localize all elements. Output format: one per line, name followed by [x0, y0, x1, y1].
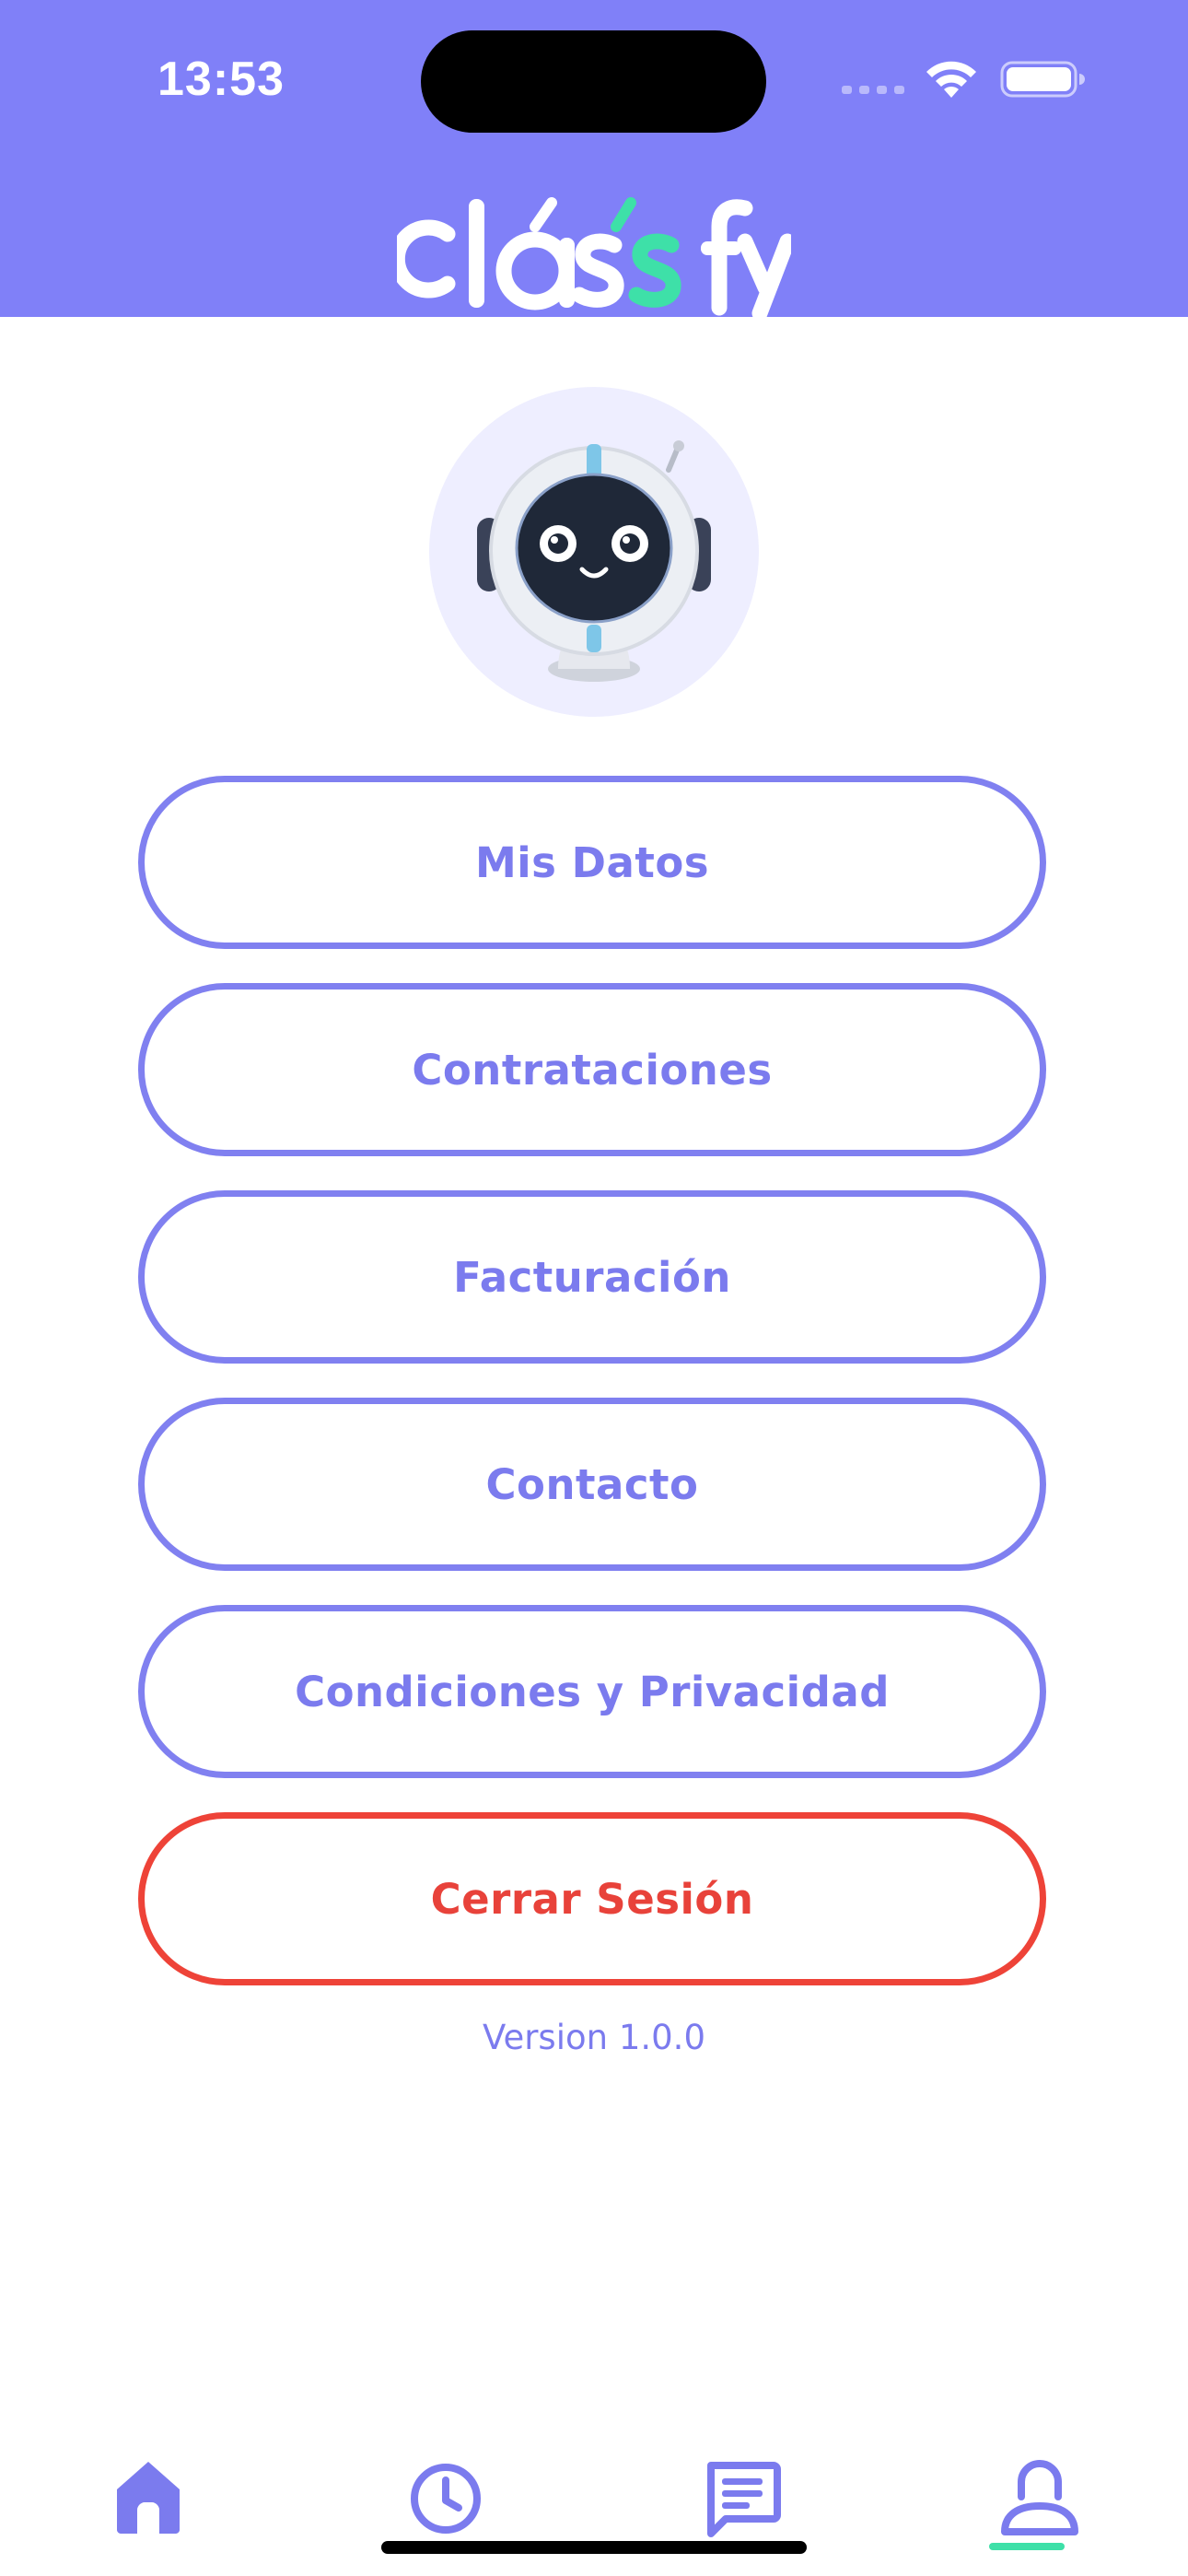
contacto-button[interactable]: Contacto	[138, 1398, 1046, 1571]
contrataciones-button[interactable]: Contrataciones	[138, 983, 1046, 1156]
tab-profile[interactable]	[994, 2451, 1086, 2543]
tab-home[interactable]	[102, 2451, 194, 2543]
home-indicator	[381, 2541, 807, 2554]
user-icon	[1001, 2460, 1078, 2535]
mis-datos-button[interactable]: Mis Datos	[138, 776, 1046, 949]
battery-icon	[1000, 61, 1085, 98]
clock-icon	[411, 2464, 481, 2534]
active-tab-indicator	[989, 2543, 1065, 2550]
wifi-icon	[926, 61, 976, 98]
app-header: 13:53	[0, 0, 1188, 317]
condiciones-privacidad-button[interactable]: Condiciones y Privacidad	[138, 1605, 1046, 1778]
status-time: 13:53	[157, 53, 285, 106]
chat-icon	[707, 2462, 781, 2537]
profile-avatar	[429, 387, 759, 717]
facturacion-button[interactable]: Facturación	[138, 1190, 1046, 1364]
app-version: Version 1.0.0	[483, 2018, 705, 2057]
robot-avatar-icon	[477, 440, 711, 682]
home-icon	[117, 2462, 180, 2534]
dynamic-island	[421, 30, 766, 133]
tab-messages[interactable]	[696, 2451, 788, 2543]
tab-history[interactable]	[400, 2451, 492, 2543]
cerrar-sesion-button[interactable]: Cerrar Sesión	[138, 1812, 1046, 1985]
cellular-signal-icon	[842, 86, 904, 94]
classfy-logo	[397, 197, 791, 317]
